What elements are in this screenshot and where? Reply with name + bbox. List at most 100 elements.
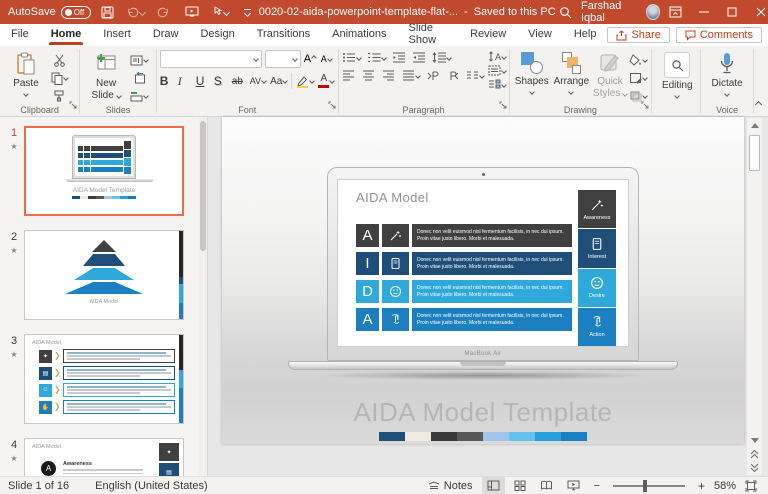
bold-button[interactable]: B	[160, 74, 174, 88]
zoom-in-button[interactable]: +	[693, 477, 710, 494]
slide-thumbnail-1[interactable]: 1 ★ AIDA Model Template	[4, 126, 207, 216]
align-text-button[interactable]	[488, 65, 507, 76]
align-right-button[interactable]	[382, 70, 396, 81]
normal-view-button[interactable]	[481, 476, 505, 494]
grow-font-button[interactable]: A	[304, 53, 318, 65]
notes-button[interactable]: Notes	[423, 477, 478, 494]
shrink-font-button[interactable]: A	[321, 54, 335, 64]
tab-home[interactable]: Home	[40, 25, 93, 45]
slide-thumbnail-2[interactable]: 2 ★ AIDA Model	[4, 230, 207, 320]
canvas-scrollbar[interactable]	[747, 118, 762, 475]
dictate-button[interactable]: Dictate	[704, 50, 750, 97]
text-shadow-button[interactable]: S	[214, 74, 228, 88]
reading-view-button[interactable]	[535, 477, 558, 494]
shape-outline-button[interactable]	[628, 70, 649, 86]
font-name-combo[interactable]	[159, 50, 262, 68]
close-button[interactable]	[748, 0, 768, 24]
tab-view[interactable]: View	[517, 25, 563, 45]
character-spacing-button[interactable]: AV	[250, 76, 267, 86]
slide-counter[interactable]: Slide 1 of 16	[8, 480, 69, 492]
tab-help[interactable]: Help	[563, 25, 608, 45]
tab-file[interactable]: File	[0, 25, 40, 45]
bullets-button[interactable]	[342, 52, 362, 63]
shapes-button[interactable]: Shapes	[512, 50, 551, 104]
qat-overflow-button[interactable]	[237, 1, 259, 23]
paste-button[interactable]: Paste	[3, 50, 49, 104]
canvas-scrollbar-thumb[interactable]	[749, 135, 760, 171]
comments-button[interactable]: Comments	[675, 27, 762, 43]
tab-draw[interactable]: Draw	[142, 25, 190, 45]
strikethrough-button[interactable]: ab	[232, 76, 246, 87]
font-color-button[interactable]: A	[318, 74, 336, 88]
zoom-level[interactable]: 58%	[714, 480, 736, 492]
slide-thumbnail-4[interactable]: 4 ★ AIDA Model A Awareness ✦ ▤	[4, 438, 207, 476]
minimize-button[interactable]	[691, 0, 717, 24]
align-center-button[interactable]	[362, 70, 376, 81]
convert-to-smartart-button[interactable]	[488, 79, 507, 90]
text-direction-button[interactable]: A	[488, 51, 507, 62]
tab-transitions[interactable]: Transitions	[246, 25, 321, 45]
collapse-ribbon-button[interactable]	[754, 94, 763, 112]
autosave-toggle[interactable]: AutoSave Off	[8, 5, 91, 19]
scroll-up-button[interactable]	[747, 118, 762, 132]
previous-slide-button[interactable]	[747, 447, 762, 461]
share-button[interactable]: Share	[607, 27, 670, 43]
columns-button[interactable]	[466, 71, 485, 81]
slide-3-preview[interactable]: AIDA Model ✦ ❯ ▤ ❯ ☺ ❯ ✋ ❯	[24, 334, 184, 424]
slide-editor[interactable]: AIDA Model A Donec non velit euismod nis…	[222, 117, 744, 444]
justify-button[interactable]	[402, 70, 421, 81]
format-painter-button[interactable]	[49, 88, 69, 104]
text-direction-rtl-button[interactable]	[446, 71, 460, 81]
slide-4-preview[interactable]: AIDA Model A Awareness ✦ ▤	[24, 438, 184, 476]
tab-design[interactable]: Design	[189, 25, 245, 45]
quick-styles-button[interactable]: Quick Styles	[592, 50, 629, 104]
tab-review[interactable]: Review	[459, 25, 517, 45]
drawing-dialog-launcher[interactable]	[641, 96, 649, 114]
present-from-beginning-button[interactable]	[181, 1, 203, 23]
language-indicator[interactable]: English (United States)	[95, 480, 208, 492]
new-slide-button[interactable]: New Slide	[83, 50, 129, 104]
zoom-slider-thumb[interactable]	[643, 479, 648, 492]
thumbnail-scrollbar-thumb[interactable]	[200, 121, 206, 251]
zoom-slider[interactable]	[612, 479, 685, 492]
maximize-button[interactable]	[719, 0, 745, 24]
decrease-indent-button[interactable]	[392, 52, 406, 63]
increase-indent-button[interactable]	[412, 52, 426, 63]
slide-show-button[interactable]	[562, 477, 585, 494]
zoom-out-button[interactable]: −	[589, 477, 605, 494]
paragraph-dialog-launcher[interactable]	[499, 96, 507, 114]
text-direction-ltr-button[interactable]	[426, 71, 440, 81]
next-slide-button[interactable]	[747, 461, 762, 475]
arrange-button[interactable]: Arrange	[551, 50, 592, 104]
tab-animations[interactable]: Animations	[321, 25, 397, 45]
font-size-combo[interactable]	[264, 50, 301, 68]
slide-sorter-button[interactable]	[509, 477, 531, 494]
tab-insert[interactable]: Insert	[92, 25, 142, 45]
touch-mouse-mode-button[interactable]	[209, 1, 231, 23]
shape-fill-button[interactable]	[628, 52, 649, 68]
numbering-button[interactable]	[367, 52, 387, 63]
fit-slide-to-window-button[interactable]	[740, 477, 762, 494]
italic-button[interactable]: I	[178, 74, 192, 89]
undo-button[interactable]	[125, 1, 147, 23]
layout-button[interactable]	[129, 52, 149, 68]
search-button[interactable]	[556, 1, 575, 23]
font-dialog-launcher[interactable]	[328, 96, 336, 114]
slide-1-preview[interactable]: AIDA Model Template	[24, 126, 184, 216]
save-status[interactable]: Saved to this PC	[474, 6, 556, 18]
save-button[interactable]	[97, 1, 119, 23]
copy-button[interactable]	[49, 70, 69, 86]
underline-button[interactable]: U	[196, 74, 210, 88]
text-highlight-button[interactable]	[296, 75, 316, 88]
scroll-down-button[interactable]	[747, 433, 762, 447]
user-name[interactable]: Farshad Iqbal	[581, 0, 640, 24]
align-left-button[interactable]	[342, 70, 356, 81]
slide-2-preview[interactable]: AIDA Model	[24, 230, 184, 320]
redo-button[interactable]	[153, 1, 175, 23]
thumbnail-scrollbar[interactable]	[199, 117, 207, 476]
section-button[interactable]	[129, 88, 149, 104]
ribbon-display-options-button[interactable]	[662, 0, 688, 24]
reset-button[interactable]	[129, 70, 149, 86]
slide-thumbnail-3[interactable]: 3 ★ AIDA Model ✦ ❯ ▤ ❯ ☺ ❯ ✋ ❯	[4, 334, 207, 424]
user-avatar[interactable]	[646, 4, 661, 20]
